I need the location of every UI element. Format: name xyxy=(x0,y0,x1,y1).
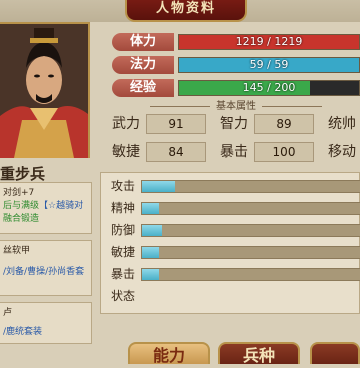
equipment-mount-panel[interactable]: 卢 /鹿统套装 xyxy=(0,302,92,344)
weapon-desc: 后与满级【☆越骑对 xyxy=(3,201,84,211)
skill-row: 暴击 xyxy=(111,266,360,282)
skill-track xyxy=(141,180,360,193)
attr-label: 统帅 xyxy=(328,116,356,132)
skill-label: 暴击 xyxy=(111,267,136,281)
equipment-armor-panel[interactable]: 丝软甲 /刘备/曹操/孙尚香套 xyxy=(0,240,92,296)
attr-agility: 敏捷 84 xyxy=(112,142,212,162)
attr-value: 91 xyxy=(146,114,206,134)
skill-fill xyxy=(142,269,160,280)
stat-label: 法力 xyxy=(112,56,174,74)
skill-fill xyxy=(142,225,162,236)
attr-value: 84 xyxy=(146,142,206,162)
attr-label: 智力 xyxy=(220,116,248,132)
attr-label: 敏捷 xyxy=(112,144,140,160)
attr-command: 统帅 xyxy=(328,114,360,134)
stat-value: 145 / 200 xyxy=(242,81,296,94)
skills-panel: 攻击 精神 防御 敏捷 暴击 状态 xyxy=(100,172,360,314)
attr-label: 武力 xyxy=(112,116,140,132)
skill-fill xyxy=(142,181,175,192)
attr-critical: 暴击 100 xyxy=(220,142,320,162)
stat-row-hp: 体力 1219 / 1219 xyxy=(112,33,360,51)
skill-row: 精神 xyxy=(111,200,360,216)
tab-troop-type[interactable]: 兵种 xyxy=(218,342,300,365)
equipment-weapon-panel[interactable]: 对剑+7 后与满级【☆越骑对 融合锻造 xyxy=(0,182,92,234)
skill-label: 状态 xyxy=(111,289,136,303)
stat-value: 1219 / 1219 xyxy=(235,35,303,48)
page-title: 人物资料 xyxy=(125,0,247,22)
skill-label: 精神 xyxy=(111,201,136,215)
warrior-portrait-icon xyxy=(0,24,88,158)
stat-row-mp: 法力 59 / 59 xyxy=(112,56,360,74)
skill-label: 防御 xyxy=(111,223,136,237)
armor-set: /刘备/曹操/孙尚香套 xyxy=(3,267,85,277)
skill-row: 状态 xyxy=(111,288,360,304)
stat-bar: 59 / 59 xyxy=(178,57,360,73)
skill-row: 攻击 xyxy=(111,178,360,194)
skill-fill xyxy=(142,203,160,214)
skill-fill xyxy=(142,247,160,258)
attr-strength: 武力 91 xyxy=(112,114,212,134)
stat-label: 体力 xyxy=(112,33,174,51)
unit-name: 重步兵 xyxy=(0,165,46,183)
skill-track xyxy=(141,224,360,237)
attr-value: 100 xyxy=(254,142,314,162)
character-portrait xyxy=(0,22,90,158)
attr-label: 移动 xyxy=(328,144,356,160)
skill-track xyxy=(141,202,360,215)
attr-label: 暴击 xyxy=(220,144,248,160)
attr-move: 移动 xyxy=(328,142,360,162)
skill-track xyxy=(141,268,360,281)
mount-set: /鹿统套装 xyxy=(3,327,43,337)
attr-value: 89 xyxy=(254,114,314,134)
section-title: 基本属性 xyxy=(112,97,360,112)
stat-value: 59 / 59 xyxy=(249,58,289,71)
title-bar: 人物资料 xyxy=(0,0,360,22)
tab-ability[interactable]: 能力 xyxy=(128,342,210,365)
mount-name: 卢 xyxy=(3,308,13,318)
skill-label: 攻击 xyxy=(111,179,136,193)
skill-track xyxy=(141,246,360,259)
skill-row: 防御 xyxy=(111,222,360,238)
stat-bar: 145 / 200 xyxy=(178,80,360,96)
skill-label: 敏捷 xyxy=(111,245,136,259)
weapon-desc-2: 融合锻造 xyxy=(3,214,40,224)
stat-label: 经验 xyxy=(112,79,174,97)
weapon-name: 对剑+7 xyxy=(3,188,35,198)
armor-name: 丝软甲 xyxy=(3,246,31,256)
attr-intelligence: 智力 89 xyxy=(220,114,320,134)
skill-row: 敏捷 xyxy=(111,244,360,260)
stat-bar: 1219 / 1219 xyxy=(178,34,360,50)
tab-more[interactable] xyxy=(310,342,360,364)
stat-row-exp: 经验 145 / 200 xyxy=(112,79,360,97)
